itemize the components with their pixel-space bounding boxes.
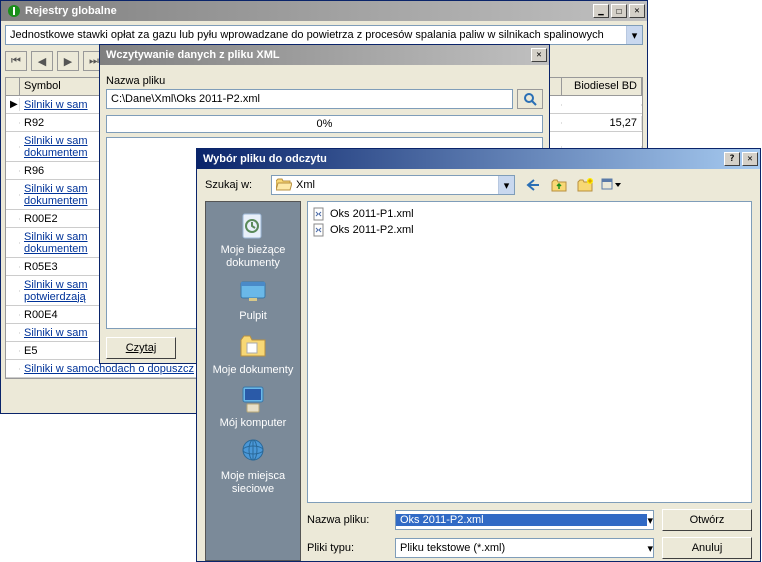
read-button[interactable]: Czytaj [106,337,176,359]
arrow-left-icon [525,178,541,192]
minimize-button[interactable] [593,4,609,18]
folder-open-icon [276,178,292,192]
filename-label: Nazwa pliku [106,75,543,87]
column-biodiesel[interactable]: Biodiesel BD [562,78,642,95]
lookin-row: Szukaj w: Xml ▾ [197,169,760,201]
filename-value: Oks 2011-P2.xml [396,514,647,526]
places-recent[interactable]: Moje bieżące dokumenty [206,210,300,270]
registry-dropdown-text: Jednostkowe stawki opłat za gazu lub pył… [6,29,626,41]
file-item[interactable]: Oks 2011-P2.xml [312,222,747,238]
file-item[interactable]: Oks 2011-P1.xml [312,206,747,222]
file-titlebar[interactable]: Wybór pliku do odczytu [197,149,760,169]
lookin-value: Xml [296,179,315,191]
places-computer[interactable]: Mój komputer [220,383,287,430]
documents-icon [237,330,269,362]
view-menu-button[interactable] [601,175,621,195]
recent-icon [237,210,269,242]
main-titlebar[interactable]: Rejestry globalne [1,1,647,21]
filename-combo[interactable]: Oks 2011-P2.xml ▾ [395,510,654,530]
magnifier-icon [523,92,537,106]
filetype-value: Pliku tekstowe (*.xml) [396,542,647,554]
load-titlebar[interactable]: Wczytywanie danych z pliku XML [100,45,549,65]
view-icon [601,178,621,192]
file-list[interactable]: Oks 2011-P1.xml Oks 2011-P2.xml [307,201,752,503]
folder-up-icon [551,178,567,192]
file-dialog-title: Wybór pliku do odczytu [203,153,327,165]
registry-dropdown[interactable]: Jednostkowe stawki opłat za gazu lub pył… [5,25,643,45]
lookin-label: Szukaj w: [205,179,263,191]
xml-file-icon [312,223,326,237]
xml-file-icon [312,207,326,221]
browse-button[interactable] [517,89,543,109]
progress-text: 0% [317,118,333,130]
column-symbol[interactable]: Symbol [20,78,106,95]
main-title: Rejestry globalne [25,5,117,17]
places-bar: Moje bieżące dokumenty Pulpit Moje dokum… [205,201,301,561]
places-network[interactable]: Moje miejsca sieciowe [206,436,300,496]
filename-input[interactable] [106,89,513,109]
up-folder-button[interactable] [549,175,569,195]
file-dialog: Wybór pliku do odczytu Szukaj w: Xml ▾ [196,148,761,562]
open-button[interactable]: Otwórz [662,509,752,531]
new-folder-button[interactable] [575,175,595,195]
computer-icon [237,383,269,415]
chevron-down-icon: ▾ [647,514,653,527]
nav-prev-button[interactable]: ◀ [31,51,53,71]
chevron-down-icon: ▾ [498,176,514,194]
back-button[interactable] [523,175,543,195]
filetype-combo[interactable]: Pliku tekstowe (*.xml) ▾ [395,538,654,558]
maximize-button[interactable] [611,4,627,18]
chevron-down-icon: ▾ [626,26,642,44]
network-icon [237,436,269,468]
places-documents[interactable]: Moje dokumenty [213,330,294,377]
nav-next-button[interactable]: ▶ [57,51,79,71]
folder-new-icon [577,178,593,192]
cancel-button[interactable]: Anuluj [662,537,752,559]
close-button[interactable] [742,152,758,166]
places-desktop[interactable]: Pulpit [237,276,269,323]
filetype-label: Pliki typu: [307,542,387,554]
app-icon [7,4,21,18]
desktop-icon [237,276,269,308]
help-button[interactable] [724,152,740,166]
close-button[interactable] [629,4,645,18]
close-button[interactable] [531,48,547,62]
chevron-down-icon: ▾ [647,542,653,555]
filename-label: Nazwa pliku: [307,514,387,526]
nav-first-button[interactable]: ⏮ [5,51,27,71]
load-title: Wczytywanie danych z pliku XML [106,49,280,61]
lookin-dropdown[interactable]: Xml ▾ [271,175,515,195]
progress-bar: 0% [106,115,543,133]
